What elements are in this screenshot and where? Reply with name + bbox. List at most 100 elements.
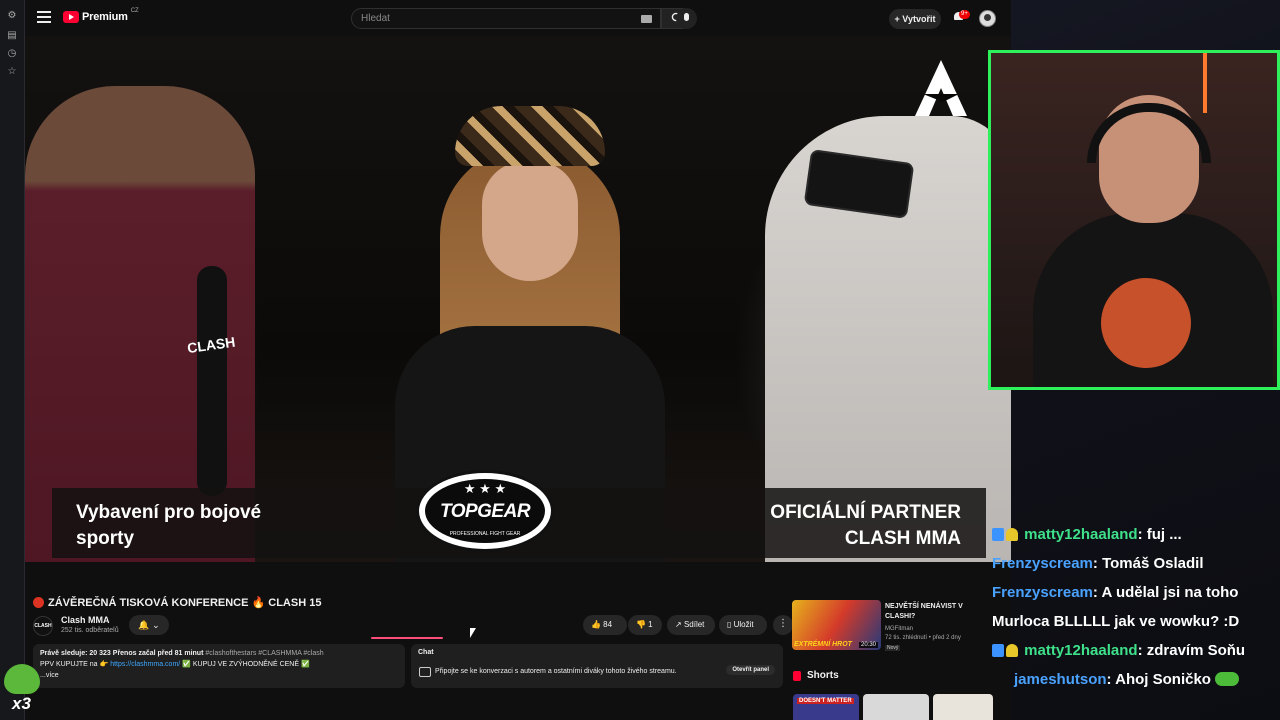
- voice-search-button[interactable]: [676, 8, 697, 29]
- promo-banner: Vybavení pro bojové sporty ★ ★ ★ TOPGEAR…: [52, 470, 986, 558]
- live-progress-bar: [371, 637, 443, 639]
- youtube-logo[interactable]: Premium CZ: [63, 8, 139, 23]
- menu-icon[interactable]: [37, 11, 51, 23]
- topgear-name: TOPGEAR: [439, 501, 531, 522]
- shorts-label: Shorts: [807, 670, 839, 681]
- more-actions-button[interactable]: ⋮: [773, 615, 793, 635]
- recommended-channel[interactable]: MGFitman: [885, 626, 913, 632]
- description-suffix: ✅ KUPUJ VE ZVÝHODNĚNÉ CENĚ ✅: [182, 661, 310, 668]
- thumbnail-text: EXTRÉMNÍ HROT: [794, 641, 852, 648]
- chat-username: Frenzyscream: [992, 555, 1093, 572]
- history-icon[interactable]: ◷: [6, 48, 18, 60]
- video-player[interactable]: CLASH Vybavení pro bojové sporty ★ ★ ★ T…: [25, 36, 1011, 562]
- chat-username: matty12haaland: [1024, 642, 1138, 659]
- chat-line: jameshutson: Ahoj Soničko: [992, 665, 1280, 694]
- share-label: Sdílet: [683, 620, 705, 629]
- short-thumbnail-3[interactable]: [933, 694, 993, 720]
- masthead: Premium CZ Hledat + Vytvořit 9+: [25, 0, 1011, 36]
- logo-country: CZ: [130, 8, 139, 14]
- scarf-shape: [455, 106, 605, 166]
- bookmark-icon[interactable]: ▤: [6, 30, 18, 42]
- like-button[interactable]: 👍 84: [583, 615, 627, 635]
- chat-icon: [419, 667, 431, 677]
- description-box[interactable]: Právě sleduje: 20 323 Přenos začal před …: [33, 644, 405, 688]
- recommended-thumbnail[interactable]: EXTRÉMNÍ HROT 20:30: [792, 600, 881, 650]
- promo-right-text: OFICIÁLNÍ PARTNER CLASH MMA: [770, 502, 961, 549]
- chat-emote-bell-icon: [1006, 644, 1018, 657]
- chat-emote-frog-icon: [1215, 672, 1240, 686]
- topgear-logo: ★ ★ ★ TOPGEAR PROFESSIONAL FIGHT GEAR: [416, 470, 554, 552]
- save-button[interactable]: ▯ Uložit: [719, 615, 767, 635]
- short-thumb-text: DOESN'T MATTER: [797, 698, 854, 704]
- video-duration: 20:30: [858, 642, 878, 648]
- chat-message: Připojte se ke konverzaci s autorem a os…: [435, 668, 677, 675]
- description-prefix: PPV KUPUJTE na 👉: [40, 661, 109, 668]
- chat-line: matty12haaland: fuj ...: [992, 520, 1280, 549]
- face-shape: [482, 161, 578, 281]
- chat-heading: Chat: [418, 649, 434, 656]
- shirt-logo: [1101, 278, 1191, 368]
- save-label: Uložit: [733, 620, 754, 629]
- video-title: ZÁVĚREČNÁ TISKOVÁ KONFERENCE 🔥 CLASH 15: [48, 597, 322, 609]
- chat-username: Frenzyscream: [992, 584, 1093, 601]
- live-dot-icon: [33, 597, 44, 608]
- recommended-title[interactable]: NEJVĚTŠÍ NENÁVIST V CLASHI?: [885, 602, 973, 622]
- channel-row: CLASH Clash MMA 252 tis. odběratelů 🔔 ⌄ …: [33, 614, 793, 638]
- chat-text: Murloca BLLLLL jak ve wowku? :D: [992, 613, 1240, 630]
- share-button[interactable]: ↗ Sdílet: [667, 615, 715, 635]
- chat-text: : A udělal jsi na toho: [1092, 584, 1239, 601]
- description-stats: Právě sleduje: 20 323 Přenos začal před …: [40, 650, 204, 657]
- keyboard-icon[interactable]: [641, 15, 652, 23]
- star-icon[interactable]: ☆: [6, 66, 18, 78]
- shorts-header: Shorts: [793, 670, 839, 681]
- frog-icon: [4, 664, 40, 694]
- recommended-meta: 72 tis. zhlédnutí • před 2 dny: [885, 635, 961, 641]
- microphone: CLASH: [186, 266, 236, 496]
- chat-text: : fuj ...: [1137, 526, 1182, 543]
- dislike-button[interactable]: 👎 1: [628, 615, 662, 635]
- search-placeholder: Hledat: [361, 13, 390, 24]
- subscriber-count: 252 tis. odběratelů: [61, 627, 119, 634]
- live-chat-panel: Chat Připojte se ke konverzaci s autorem…: [411, 644, 783, 688]
- logo-text: Premium: [82, 11, 128, 23]
- notification-badge: 9+: [959, 10, 970, 19]
- promo-left-text: Vybavení pro bojové sporty: [76, 502, 262, 549]
- background-light: [1203, 53, 1207, 113]
- mouse-cursor: [470, 628, 476, 638]
- subscription-bell-button[interactable]: 🔔 ⌄: [129, 615, 169, 635]
- open-chat-panel-button[interactable]: Otevřít panel: [726, 665, 775, 675]
- frog-emote-overlay: x3: [0, 664, 44, 720]
- video-title-row: ZÁVĚREČNÁ TISKOVÁ KONFERENCE 🔥 CLASH 15: [33, 596, 321, 609]
- channel-avatar[interactable]: CLASH: [33, 616, 53, 636]
- chat-line: matty12haaland: zdravím Soňu: [992, 636, 1280, 665]
- topgear-stars: ★ ★ ★: [463, 481, 507, 496]
- chat-emote-box-icon: [992, 528, 1004, 541]
- headphones-icon: [1087, 103, 1211, 163]
- description-link[interactable]: https://clashmma.com/: [110, 661, 180, 668]
- stream-chat-overlay: matty12haaland: fuj ... Frenzyscream: To…: [992, 520, 1280, 694]
- youtube-window: Premium CZ Hledat + Vytvořit 9+ CLASH Vy…: [25, 0, 1011, 720]
- short-thumbnail-1[interactable]: DOESN'T MATTER: [793, 694, 859, 720]
- settings-icon[interactable]: ⚙: [6, 10, 18, 22]
- create-button[interactable]: + Vytvořit: [889, 9, 941, 29]
- chat-text: : Tomáš Osladil: [1092, 555, 1204, 572]
- search-input[interactable]: Hledat: [351, 8, 661, 29]
- recommended-video[interactable]: EXTRÉMNÍ HROT 20:30 NEJVĚTŠÍ NENÁVIST V …: [792, 600, 1002, 656]
- chat-line: Frenzyscream: A udělal jsi na toho: [992, 578, 1280, 607]
- chat-username: matty12haaland: [1024, 526, 1138, 543]
- chat-username: jameshutson: [1014, 671, 1107, 688]
- account-avatar[interactable]: [979, 10, 996, 27]
- webcam-overlay: [988, 50, 1280, 390]
- browser-left-rail: ⚙ ▤ ◷ ☆: [0, 0, 25, 720]
- chat-text: : zdravím Soňu: [1137, 642, 1246, 659]
- chat-emote-bell-icon: [1006, 528, 1018, 541]
- short-thumbnail-2[interactable]: [863, 694, 929, 720]
- description-more[interactable]: ...více: [40, 670, 398, 681]
- shorts-icon: [793, 670, 801, 681]
- frog-multiplier: x3: [12, 694, 31, 713]
- chat-line: Murloca BLLLLL jak ve wowku? :D: [992, 607, 1280, 636]
- channel-name[interactable]: Clash MMA: [61, 615, 110, 625]
- chat-line: Frenzyscream: Tomáš Osladil: [992, 549, 1280, 578]
- description-hashtags[interactable]: #clashofthestars #CLASHMMA #clash: [205, 650, 323, 657]
- chat-text: : Ahoj Soničko: [1106, 671, 1211, 688]
